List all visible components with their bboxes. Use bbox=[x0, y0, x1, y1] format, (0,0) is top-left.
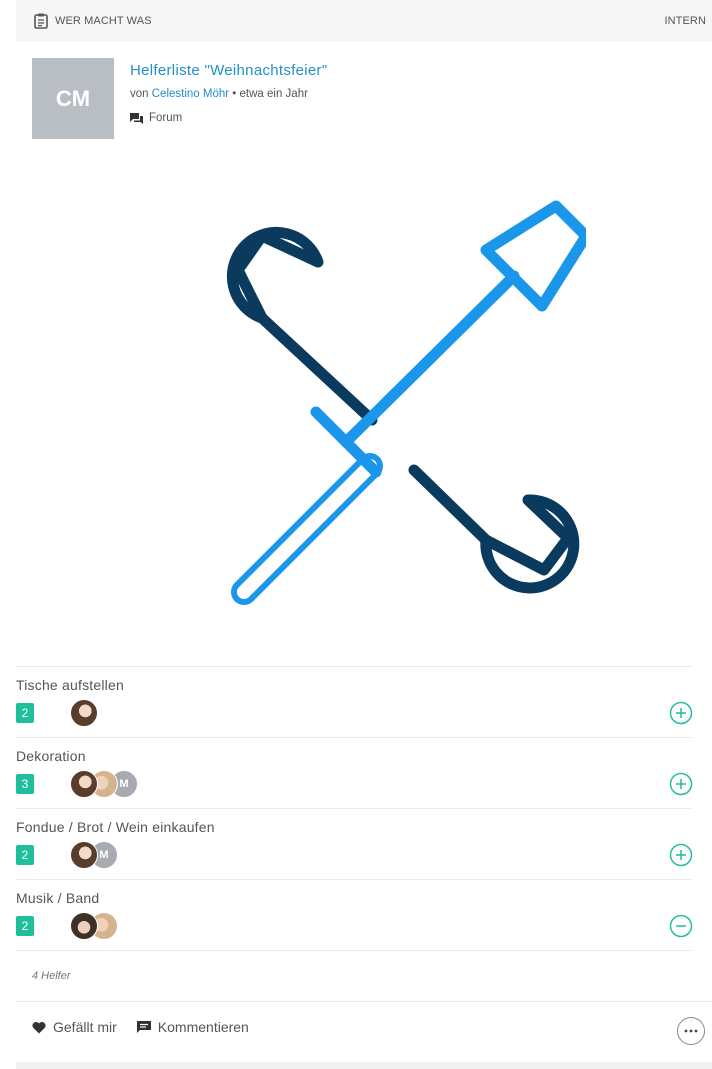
add-circle-icon[interactable] bbox=[669, 772, 693, 796]
category-label: WER MACHT WAS bbox=[55, 15, 152, 27]
entry-header: WER MACHT WAS INTERN bbox=[16, 0, 712, 42]
task-name: Tische aufstellen bbox=[16, 677, 124, 693]
helper-count-badge: 2 bbox=[16, 916, 34, 936]
entry-title[interactable]: Helferliste "Weihnachtsfeier" bbox=[130, 62, 327, 79]
entry-actions: Gefällt mir Kommentieren bbox=[32, 1019, 269, 1035]
task-name: Fondue / Brot / Wein einkaufen bbox=[16, 819, 215, 835]
task-name: Dekoration bbox=[16, 748, 86, 764]
task-list: Tische aufstellen 2 Dekoration 3 M Fondu… bbox=[16, 666, 693, 951]
space-link[interactable]: Forum bbox=[130, 112, 182, 124]
avatar[interactable] bbox=[70, 699, 98, 727]
clipboard-icon bbox=[34, 13, 48, 29]
card-bottom-edge bbox=[16, 1062, 712, 1069]
comment-label: Kommentieren bbox=[157, 1019, 249, 1035]
task-row: Fondue / Brot / Wein einkaufen 2 M bbox=[16, 808, 693, 879]
avatar[interactable] bbox=[70, 912, 98, 940]
helpers-total: 4 Helfer bbox=[32, 970, 71, 982]
like-label: Gefällt mir bbox=[53, 1019, 117, 1035]
wrench-screwdriver-icon bbox=[226, 200, 586, 605]
comment-button[interactable]: Kommentieren bbox=[136, 1019, 249, 1035]
entry-meta: von Celestino Möhr • etwa ein Jahr bbox=[130, 88, 308, 100]
heart-icon bbox=[32, 1021, 46, 1033]
forum-icon bbox=[130, 112, 143, 124]
author-link[interactable]: Celestino Möhr bbox=[152, 88, 229, 100]
entry-time: • etwa ein Jahr bbox=[232, 88, 308, 100]
ellipsis-icon bbox=[684, 1029, 698, 1033]
helper-count-badge: 2 bbox=[16, 703, 34, 723]
like-button[interactable]: Gefällt mir bbox=[32, 1019, 117, 1035]
task-name: Musik / Band bbox=[16, 890, 100, 906]
avatar[interactable] bbox=[70, 770, 98, 798]
task-row: Musik / Band 2 bbox=[16, 879, 693, 951]
task-row: Tische aufstellen 2 bbox=[16, 666, 693, 737]
more-options-button[interactable] bbox=[677, 1017, 705, 1045]
comment-icon bbox=[136, 1020, 151, 1033]
helper-count-badge: 2 bbox=[16, 845, 34, 865]
author-avatar[interactable]: CM bbox=[32, 58, 114, 139]
add-circle-icon[interactable] bbox=[669, 701, 693, 725]
avatar[interactable] bbox=[70, 841, 98, 869]
add-circle-icon[interactable] bbox=[669, 843, 693, 867]
divider bbox=[16, 1001, 712, 1002]
helper-count-badge: 3 bbox=[16, 774, 34, 794]
remove-circle-icon[interactable] bbox=[669, 914, 693, 938]
task-row: Dekoration 3 M bbox=[16, 737, 693, 808]
by-prefix: von bbox=[130, 88, 149, 100]
visibility-label: INTERN bbox=[664, 15, 706, 27]
space-label: Forum bbox=[149, 112, 183, 124]
